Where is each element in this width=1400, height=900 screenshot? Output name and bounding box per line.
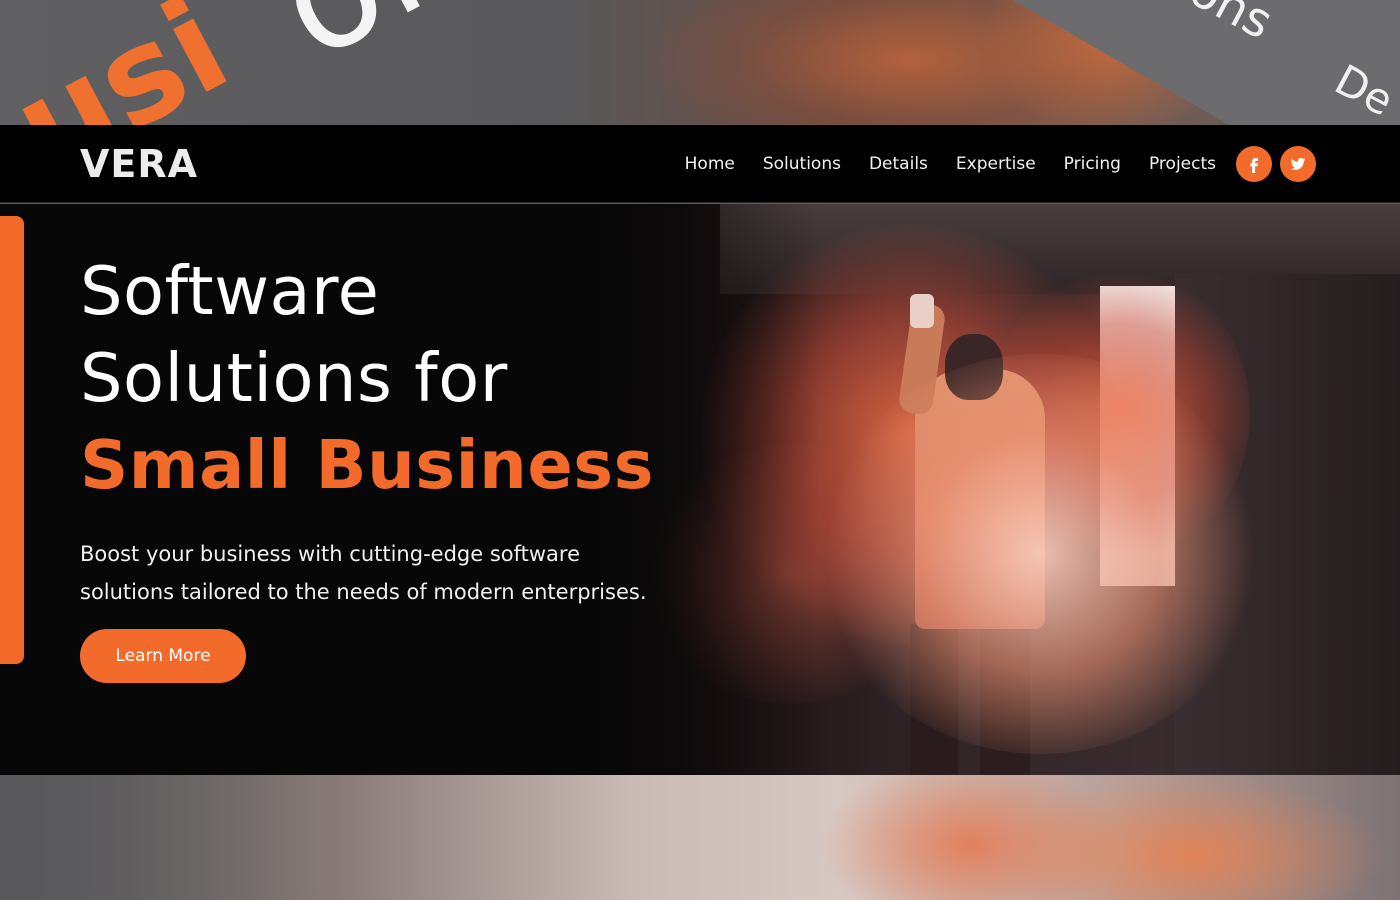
- learn-more-button[interactable]: Learn More: [80, 629, 246, 683]
- nav-link-expertise[interactable]: Expertise: [956, 154, 1036, 174]
- facebook-button[interactable]: [1236, 145, 1272, 182]
- hero-accent-bar: [0, 216, 24, 664]
- social-links: [1236, 145, 1316, 182]
- hero-subtitle: Boost your business with cutting-edge so…: [80, 542, 647, 604]
- hero-content: Software Solutions for Small Business Bo…: [80, 248, 720, 683]
- main-nav: Home Solutions Details Expertise Pricing…: [685, 145, 1316, 182]
- twitter-button[interactable]: [1280, 145, 1316, 182]
- hero-title-line2: Solutions for: [80, 339, 508, 417]
- nav-link-home[interactable]: Home: [685, 154, 735, 174]
- smoke-cloud: [820, 354, 1260, 754]
- facebook-icon: [1250, 157, 1258, 173]
- nav-link-solutions[interactable]: Solutions: [763, 154, 841, 174]
- hero-title-accent: Small Business: [80, 426, 655, 504]
- hero-section: Software Solutions for Small Business Bo…: [0, 204, 1400, 775]
- nav-link-details[interactable]: Details: [869, 154, 928, 174]
- background-text-fragment: or: [250, 0, 467, 94]
- hero-title-line1: Software: [80, 252, 380, 330]
- hero-title: Software Solutions for Small Business: [80, 248, 720, 509]
- background-bottom-strip: [0, 775, 1400, 900]
- background-text-fragment: usi: [0, 0, 251, 125]
- site-header: VERA Home Solutions Details Expertise Pr…: [0, 125, 1400, 203]
- nav-link-pricing[interactable]: Pricing: [1064, 154, 1121, 174]
- logo[interactable]: VERA: [80, 142, 198, 186]
- smoke-flare: [910, 294, 934, 328]
- background-shade: [0, 775, 320, 900]
- twitter-icon: [1290, 157, 1306, 170]
- nav-link-projects[interactable]: Projects: [1149, 154, 1216, 174]
- background-top-strip: or usi ions De: [0, 0, 1400, 125]
